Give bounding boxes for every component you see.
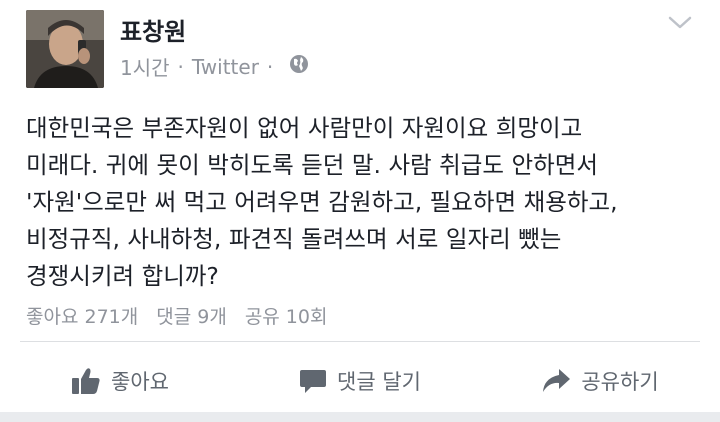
post-text-line: 비정규직, 사내하청, 파견직 돌려쓰며 서로 일자리 뺐는 <box>26 225 562 253</box>
share-button[interactable]: 공유하기 <box>480 350 720 412</box>
like-button[interactable]: 좋아요 <box>0 350 240 412</box>
post-stats: 좋아요 271개 댓글 9개 공유 10회 <box>26 302 327 329</box>
likes-count[interactable]: 좋아요 271개 <box>26 302 138 329</box>
share-icon <box>543 369 571 392</box>
post-text-line: 미래다. 귀에 못이 박히도록 듣던 말. 사람 취급도 안하면서 <box>26 151 598 179</box>
post-text: 대한민국은 부존자원이 없어 사람만이 자원이요 희망이고 미래다. 귀에 못이… <box>26 110 706 295</box>
divider <box>20 341 700 342</box>
thumbs-up-icon <box>72 368 100 394</box>
meta-separator: · <box>177 54 184 79</box>
comment-icon <box>300 370 327 393</box>
post-text-line: '자원'으로만 써 먹고 어려우면 감원하고, 필요하면 채용하고, <box>26 188 618 216</box>
globe-icon <box>289 54 309 79</box>
bottom-separator <box>0 412 720 422</box>
comment-label: 댓글 달기 <box>337 370 421 394</box>
meta-separator-2: · <box>266 54 274 79</box>
post-text-line: 경쟁시키려 합니까? <box>26 262 219 290</box>
post-meta: 1시간 · Twitter · <box>120 52 309 81</box>
shares-count[interactable]: 공유 10회 <box>245 302 328 329</box>
comments-count[interactable]: 댓글 9개 <box>156 302 227 329</box>
avatar[interactable] <box>26 10 104 88</box>
author-name[interactable]: 표창원 <box>120 12 186 47</box>
post-text-line: 대한민국은 부존자원이 없어 사람만이 자원이요 희망이고 <box>26 114 583 142</box>
action-bar: 좋아요 댓글 달기 공유하기 <box>0 350 720 412</box>
like-label: 좋아요 <box>111 370 169 394</box>
share-label: 공유하기 <box>581 370 659 394</box>
post-time[interactable]: 1시간 <box>120 52 170 81</box>
post-source: Twitter <box>191 54 259 79</box>
comment-button[interactable]: 댓글 달기 <box>240 350 480 412</box>
chevron-down-icon[interactable] <box>666 10 694 34</box>
